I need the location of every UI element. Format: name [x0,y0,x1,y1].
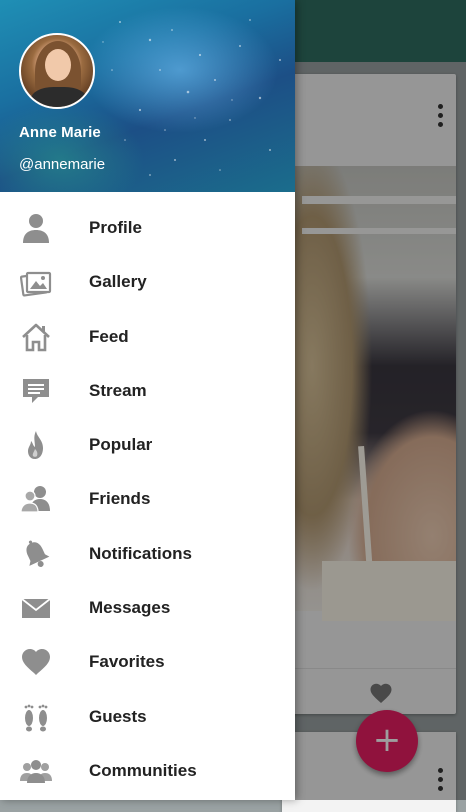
menu-item-friends[interactable]: Friends [0,472,295,526]
menu-item-label: Communities [89,760,197,780]
menu-item-label: Friends [89,489,151,509]
footprints-icon [20,701,52,733]
gallery-icon [20,266,52,298]
person-icon [20,212,52,244]
friends-icon [20,483,52,515]
menu-item-label: Profile [89,218,142,237]
menu-item-label: Stream [89,380,147,400]
group-icon [20,755,52,787]
menu-item-notifications[interactable]: Notifications [0,527,295,581]
home-icon [20,321,52,353]
heart-icon [20,646,52,678]
menu-item-favorites[interactable]: Favorites [0,635,295,689]
user-name: Anne Marie [19,124,101,141]
menu-item-messages[interactable]: Messages [0,581,295,635]
menu-item-label: Messages [89,598,171,618]
menu-item-feed[interactable]: Feed [0,310,295,364]
menu-item-communities[interactable]: Communities [0,744,295,798]
menu-item-popular[interactable]: Popular [0,418,295,472]
navigation-drawer: Anne Marie @annemarie Profile Gallery Fe… [0,0,295,800]
avatar[interactable] [19,33,95,109]
menu-item-guests[interactable]: Guests [0,690,295,744]
menu-item-label: Gallery [89,272,147,292]
flame-icon [20,429,52,461]
menu-item-profile[interactable]: Profile [0,201,295,255]
user-handle: @annemarie [19,156,106,173]
menu-item-stream[interactable]: Stream [0,364,295,418]
envelope-icon [20,592,52,624]
menu-item-label: Feed [89,326,129,346]
chat-icon [20,375,52,407]
drawer-header: Anne Marie @annemarie [0,0,295,192]
menu-item-label: Favorites [89,652,165,672]
menu-item-label: Guests [89,706,147,726]
menu-item-label: Popular [89,435,153,455]
drawer-menu: Profile Gallery Feed Stream Popular Frie… [0,201,295,798]
menu-item-gallery[interactable]: Gallery [0,255,295,309]
menu-item-label: Notifications [89,543,192,563]
bell-icon [20,538,52,570]
